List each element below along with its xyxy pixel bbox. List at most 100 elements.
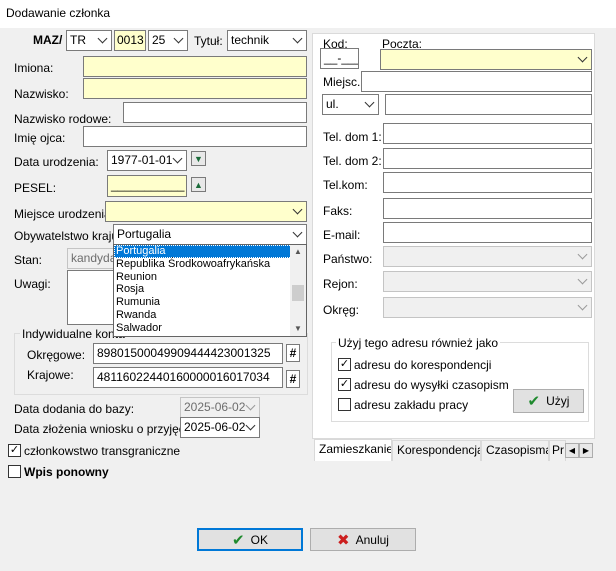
checkmark-icon: ✔	[232, 531, 245, 549]
email-field[interactable]	[383, 222, 592, 243]
dropdown-option[interactable]: Republika Środkowoafrykańska	[114, 258, 306, 271]
phone-home2-field[interactable]	[383, 148, 592, 169]
hash-icon[interactable]: #	[286, 344, 300, 362]
workplace-checkbox[interactable]	[338, 398, 351, 411]
citizenship-value: Portugalia	[117, 227, 172, 241]
chevron-down-icon	[93, 31, 111, 50]
chevron-down-icon	[573, 247, 591, 266]
national-account-label: Krajowe:	[27, 368, 74, 382]
cancel-button[interactable]: ✖ Anuluj	[310, 528, 416, 551]
street-type-value: ul.	[326, 97, 339, 111]
street-type-select[interactable]: ul.	[322, 94, 379, 115]
title-select[interactable]: technik	[227, 30, 307, 51]
postal-code-value: __-___	[324, 51, 359, 65]
re-entry-label: Wpis ponowny	[24, 465, 109, 479]
cross-icon: ✖	[337, 531, 350, 549]
member-number-field[interactable]: 0013	[114, 30, 146, 51]
street-field[interactable]	[385, 94, 592, 115]
member-number-value: 0013	[117, 33, 144, 47]
fax-field[interactable]	[383, 198, 592, 219]
chevron-down-icon	[168, 151, 186, 170]
date-added-label: Data dodania do bazy:	[14, 402, 135, 416]
country-select[interactable]	[383, 246, 592, 267]
pesel-label: PESEL:	[14, 181, 57, 195]
tab-correspondence[interactable]: Korespondencja	[392, 440, 481, 461]
application-date-picker[interactable]: 2025-06-02	[180, 417, 260, 438]
citizenship-dropdown-list: Portugalia Republika Środkowoafrykańska Re…	[113, 244, 307, 337]
re-entry-checkbox[interactable]	[8, 465, 21, 478]
national-account-field[interactable]: 48116022440160000016017034	[93, 367, 283, 388]
citizenship-select[interactable]: Portugalia	[113, 224, 307, 245]
magazine-checkbox[interactable]: ✓	[338, 378, 351, 391]
father-name-label: Imię ojca:	[14, 131, 66, 145]
chevron-down-icon	[241, 398, 259, 417]
suffix-select[interactable]: 25	[148, 30, 188, 51]
application-date-value: 2025-06-02	[184, 420, 246, 434]
chevron-down-icon[interactable]: ▼	[290, 322, 306, 336]
notes-label: Uwagi:	[14, 277, 51, 291]
tab-scroll-left-icon[interactable]: ◀	[565, 443, 579, 458]
birth-date-label: Data urodzenia:	[14, 155, 99, 169]
birth-place-label: Miejsce urodzenia:	[14, 207, 115, 221]
post-office-select[interactable]	[380, 49, 592, 70]
region-district-select[interactable]	[383, 297, 592, 318]
transborder-checkbox[interactable]: ✓	[8, 444, 21, 457]
district-select[interactable]	[383, 271, 592, 292]
dropdown-scrollbar[interactable]: ▲ ▼	[290, 245, 306, 336]
chevron-down-icon	[573, 272, 591, 291]
regional-account-label: Okręgowe:	[27, 348, 86, 362]
tab-workplace[interactable]: Pr	[549, 440, 566, 461]
apply-address-button[interactable]: ✔ Użyj	[513, 389, 584, 413]
mobile-label: Tel.kom:	[323, 178, 368, 192]
locality-label: Miejsc.:	[323, 75, 364, 89]
dropdown-option[interactable]: Reunion	[114, 271, 306, 284]
father-name-field[interactable]	[83, 126, 307, 147]
surname-label: Nazwisko:	[14, 87, 69, 101]
first-names-field[interactable]	[83, 56, 307, 77]
chevron-down-icon	[288, 202, 306, 221]
arrow-down-icon[interactable]: ▼	[191, 151, 206, 166]
chevron-down-icon	[573, 298, 591, 317]
use-address-group-label: Użyj tego adresu również jako	[336, 336, 501, 350]
region-label: Okręg:	[323, 303, 360, 317]
checkmark-icon: ✓	[9, 444, 20, 456]
phone-home1-label: Tel. dom 1:	[323, 130, 382, 144]
pesel-value: ___________	[111, 178, 185, 192]
dropdown-option[interactable]: Salwador	[114, 322, 306, 335]
regional-account-field[interactable]: 89801500049909444423001325	[93, 343, 283, 364]
maiden-name-label: Nazwisko rodowe:	[14, 112, 112, 126]
region-select[interactable]: TR	[66, 30, 112, 51]
ok-button[interactable]: ✔ OK	[197, 528, 303, 551]
first-names-label: Imiona:	[14, 61, 54, 75]
maiden-name-field[interactable]	[123, 102, 307, 123]
postal-code-field[interactable]: __-___	[320, 48, 359, 69]
scrollbar-thumb[interactable]	[292, 285, 304, 301]
mobile-field[interactable]	[383, 172, 592, 193]
chevron-down-icon	[288, 225, 306, 244]
dropdown-option[interactable]: Portugalia	[114, 245, 306, 258]
region-value: TR	[70, 33, 86, 47]
tab-magazines[interactable]: Czasopisma	[481, 440, 549, 461]
title-bar: Dodawanie członka	[0, 0, 616, 28]
chevron-down-icon	[241, 418, 259, 437]
date-added-picker[interactable]: 2025-06-02	[180, 397, 260, 418]
chevron-up-icon[interactable]: ▲	[290, 245, 306, 259]
tab-scroll-right-icon[interactable]: ▶	[579, 443, 593, 458]
correspondence-checkbox[interactable]: ✓	[338, 358, 351, 371]
dropdown-option[interactable]: Rumunia	[114, 296, 306, 309]
dropdown-option[interactable]: Rwanda	[114, 309, 306, 322]
phone-home2-label: Tel. dom 2:	[323, 154, 382, 168]
ok-label: OK	[250, 532, 268, 547]
arrow-up-icon[interactable]: ▲	[191, 177, 206, 192]
fax-label: Faks:	[323, 204, 353, 218]
birth-place-select[interactable]	[105, 201, 307, 222]
hash-icon[interactable]: #	[286, 370, 300, 388]
locality-field[interactable]	[361, 71, 592, 92]
birth-date-picker[interactable]: 1977-01-01	[107, 150, 187, 171]
phone-home1-field[interactable]	[383, 123, 592, 144]
workplace-label: adresu zakładu pracy	[354, 398, 469, 412]
tab-residence[interactable]: Zamieszkanie	[314, 439, 392, 461]
dropdown-option[interactable]: Rosja	[114, 283, 306, 296]
pesel-field[interactable]: ___________	[107, 175, 187, 197]
surname-field[interactable]	[83, 78, 307, 99]
